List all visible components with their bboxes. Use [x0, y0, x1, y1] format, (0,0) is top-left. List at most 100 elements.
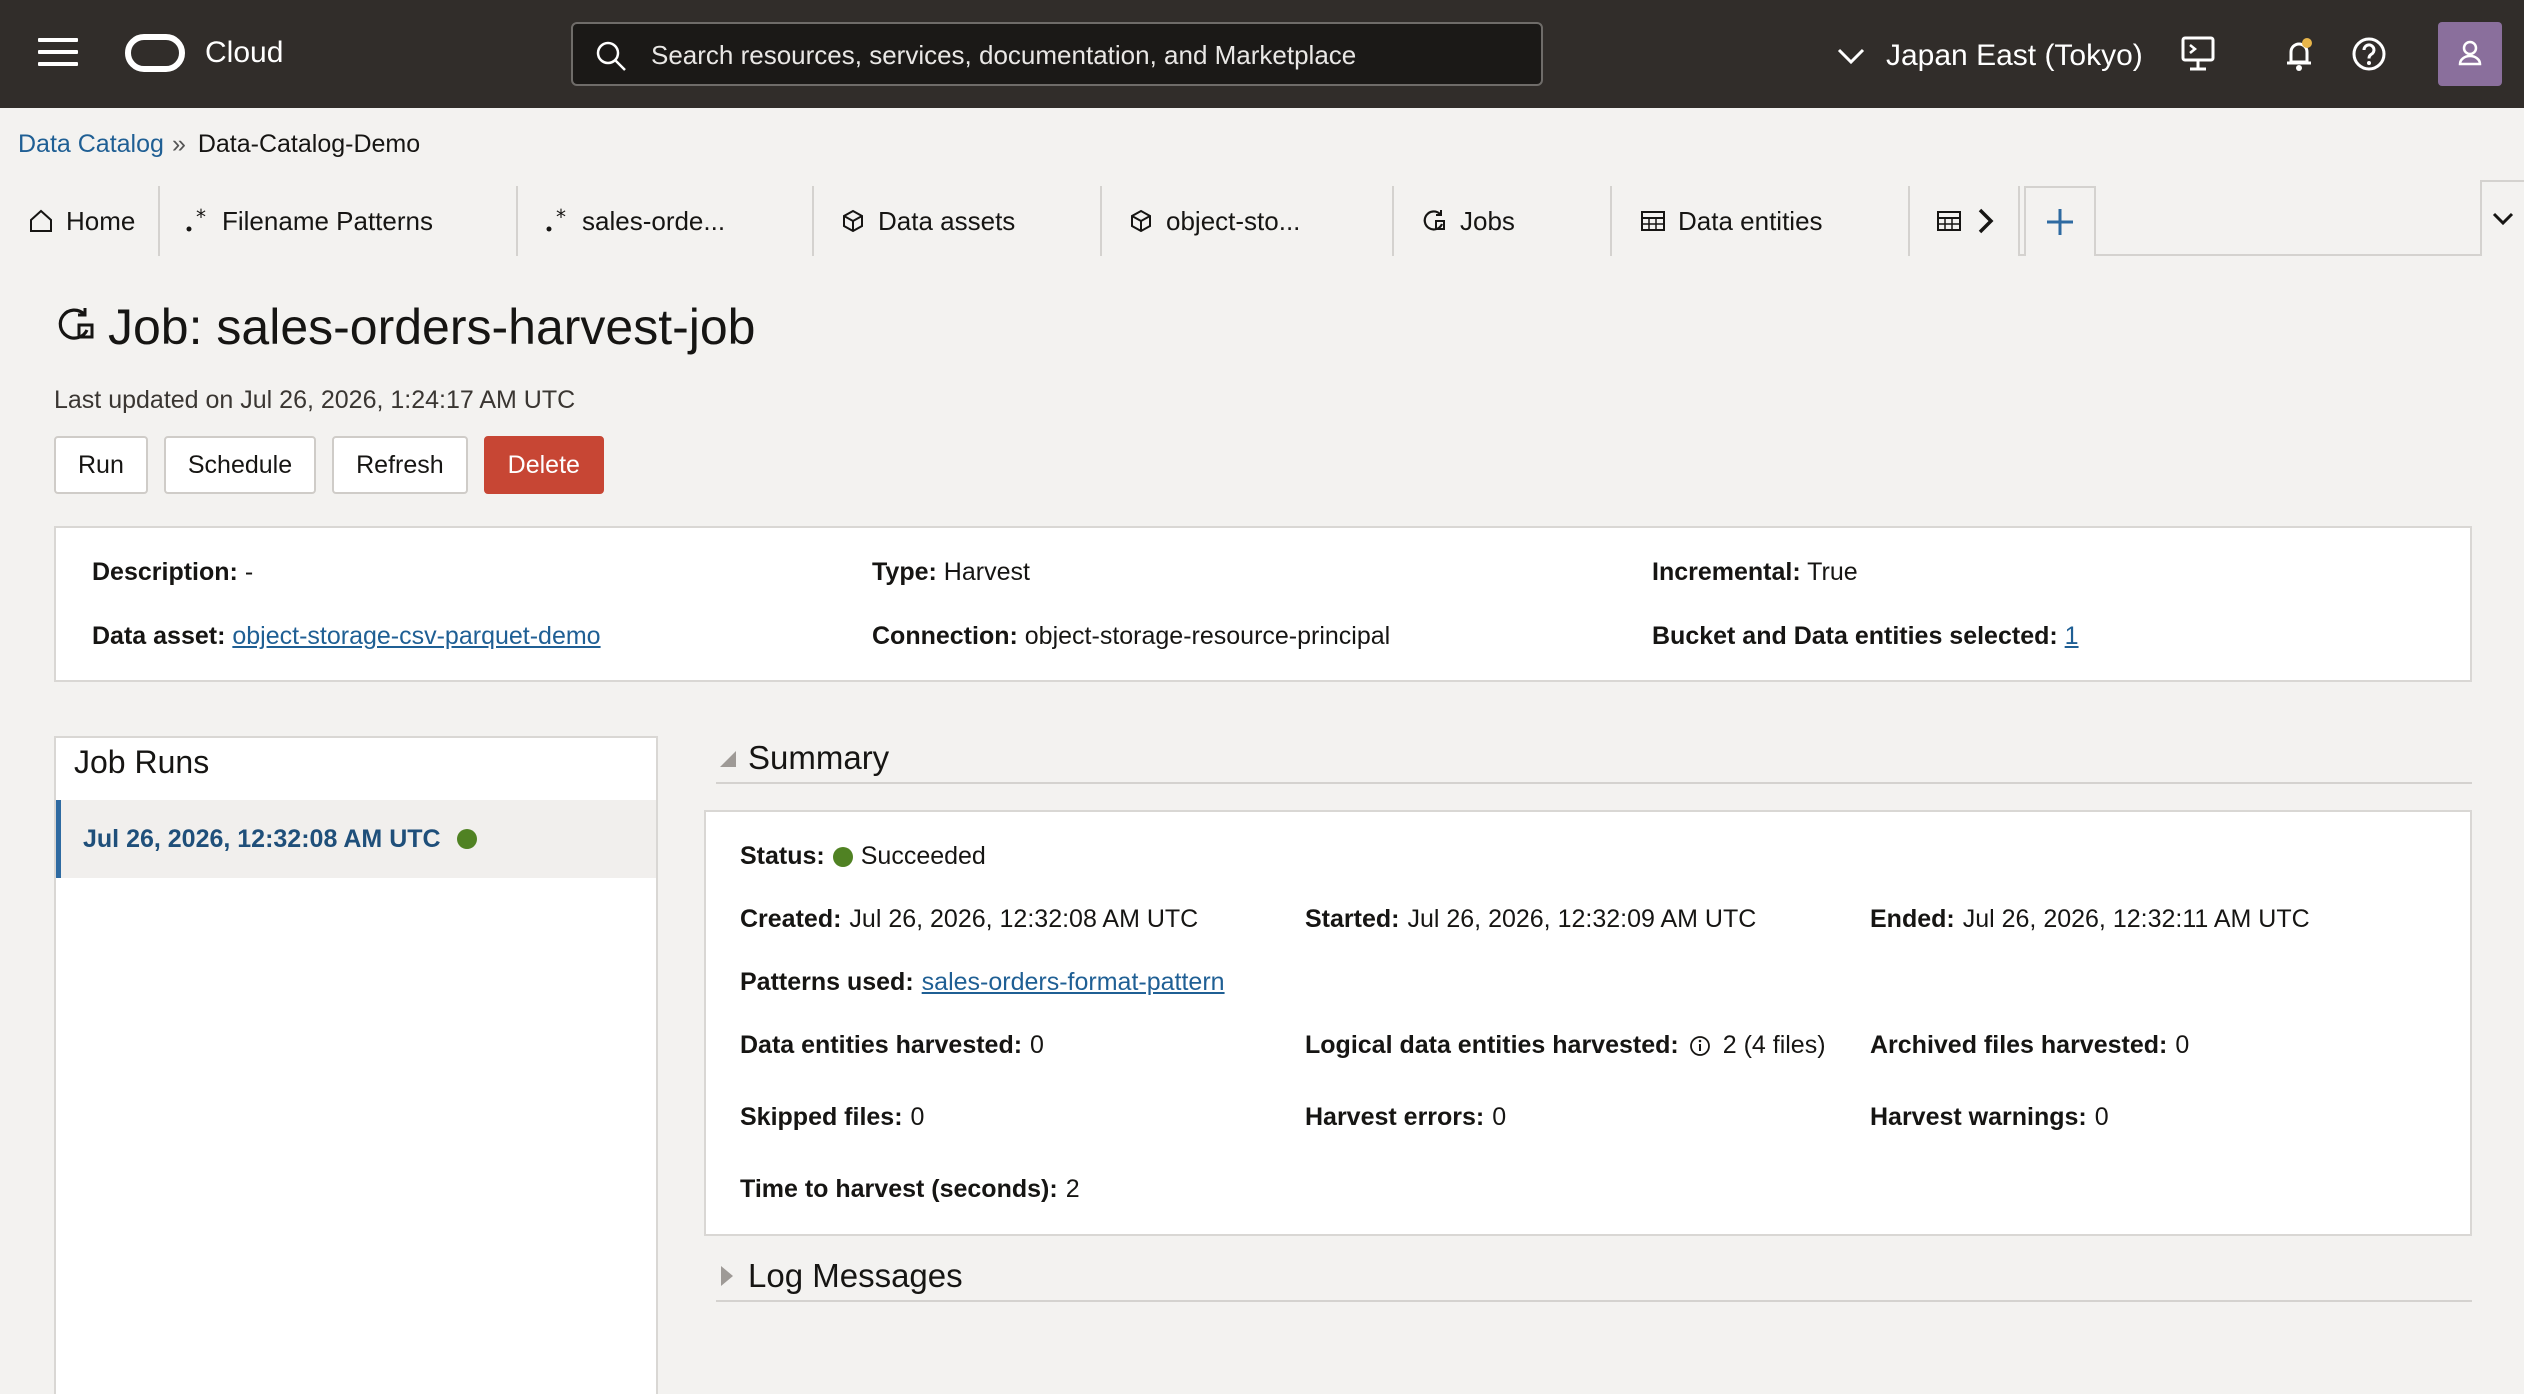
breadcrumb-data-catalog[interactable]: Data Catalog — [18, 130, 164, 159]
summary-section-header[interactable]: Summary — [716, 734, 2472, 784]
harvest-errors-value: 0 — [1492, 1103, 1507, 1131]
patterns-link[interactable]: sales-orders-format-pattern — [922, 968, 1225, 997]
type-label: Type: — [872, 558, 937, 586]
tab-sales-orders-pattern[interactable]: * sales-orde... — [518, 186, 814, 256]
search-box[interactable] — [571, 22, 1543, 86]
cloud-shell-icon[interactable] — [2178, 34, 2218, 74]
time-to-harvest-label: Time to harvest (seconds): — [740, 1175, 1058, 1203]
notification-bell-icon[interactable] — [2279, 34, 2319, 74]
chevron-down-icon — [2492, 212, 2514, 226]
patterns-label: Patterns used: — [740, 968, 914, 996]
user-avatar[interactable] — [2438, 22, 2502, 86]
oracle-logo-icon[interactable] — [125, 34, 185, 72]
job-runs-panel: Job Runs Jul 26, 2026, 12:32:08 AM UTC — [54, 736, 658, 1394]
incremental-value: True — [1807, 558, 1858, 586]
home-icon — [30, 209, 52, 232]
status-dot-icon — [456, 829, 477, 849]
harvest-warnings-label: Harvest warnings: — [1870, 1103, 2087, 1131]
connection-label: Connection: — [872, 622, 1018, 650]
ended-value: Jul 26, 2026, 12:32:11 AM UTC — [1962, 905, 2310, 933]
refresh-button[interactable]: Refresh — [332, 436, 468, 494]
skipped-files-label: Skipped files: — [740, 1103, 903, 1131]
harvest-errors-label: Harvest errors: — [1305, 1103, 1485, 1131]
table-icon — [1937, 211, 1961, 231]
data-entities-harvested-value: 0 — [1030, 1031, 1044, 1059]
expand-triangle-icon — [721, 1266, 733, 1286]
ended-field: Ended: Jul 26, 2026, 12:32:11 AM UTC — [1870, 905, 2310, 934]
tab-label: Filename Patterns — [222, 205, 433, 236]
incremental-field: Incremental: True — [1652, 558, 1858, 587]
breadcrumb-current: Data-Catalog-Demo — [197, 130, 421, 158]
tab-list-menu-button[interactable] — [2480, 180, 2524, 256]
data-asset-label: Data asset: — [92, 622, 226, 650]
tab-filename-patterns[interactable]: * Filename Patterns — [160, 186, 518, 256]
harvest-errors-field: Harvest errors: 0 — [1305, 1103, 1506, 1132]
patterns-field: Patterns used: sales-orders-format-patte… — [740, 968, 1225, 997]
log-messages-section-header[interactable]: Log Messages — [716, 1252, 2472, 1302]
job-run-item[interactable]: Jul 26, 2026, 12:32:08 AM UTC — [56, 800, 656, 878]
top-bar: Cloud Japan East (Tokyo) — [0, 0, 2524, 108]
bucket-entities-label: Bucket and Data entities selected: — [1652, 622, 2058, 650]
cube-icon — [843, 209, 863, 233]
description-value: - — [244, 558, 254, 586]
info-icon[interactable] — [1689, 1035, 1711, 1057]
data-entities-harvested-field: Data entities harvested: 0 — [740, 1031, 1044, 1060]
tab-data-entities[interactable]: Data entities — [1612, 186, 1910, 256]
incremental-label: Incremental: — [1652, 558, 1801, 586]
status-value: Succeeded — [860, 842, 986, 870]
success-status-icon — [832, 846, 853, 867]
schedule-button[interactable]: Schedule — [163, 436, 317, 494]
brand-name[interactable]: Cloud — [205, 36, 283, 70]
status-field: Status: Succeeded — [740, 842, 986, 871]
description-label: Description: — [92, 558, 238, 586]
harvest-warnings-field: Harvest warnings: 0 — [1870, 1103, 2109, 1132]
job-details-card: Description: - Type: Harvest Incremental… — [54, 526, 2472, 682]
skipped-files-value: 0 — [910, 1103, 925, 1131]
tab-home[interactable]: Home — [0, 186, 160, 256]
tab-data-assets[interactable]: Data assets — [814, 186, 1102, 256]
add-tab-button[interactable] — [2024, 186, 2096, 256]
chevron-down-icon — [1837, 48, 1865, 65]
svg-text:*: * — [196, 208, 206, 229]
regex-icon: * — [546, 208, 566, 232]
data-asset-link[interactable]: object-storage-csv-parquet-demo — [232, 622, 600, 650]
tab-jobs[interactable]: Jobs — [1394, 186, 1612, 256]
tab-overflow[interactable] — [1910, 186, 2020, 256]
created-label: Created: — [740, 905, 842, 933]
search-input[interactable] — [651, 34, 1511, 76]
logical-entities-harvested-label: Logical data entities harvested: — [1305, 1031, 1679, 1059]
logical-entities-harvested-value: 2 (4 files) — [1722, 1031, 1826, 1059]
tab-object-storage-asset[interactable]: object-sto... — [1102, 186, 1394, 256]
search-icon — [596, 41, 626, 71]
breadcrumb: Data Catalog » Data-Catalog-Demo — [18, 130, 420, 159]
skipped-files-field: Skipped files: 0 — [740, 1103, 924, 1132]
bucket-entities-link[interactable]: 1 — [2065, 622, 2079, 650]
chevron-right-icon[interactable] — [1976, 206, 1996, 236]
region-selector[interactable]: Japan East (Tokyo) — [1836, 36, 2143, 76]
last-updated-text: Last updated on Jul 26, 2026, 1:24:17 AM… — [54, 386, 576, 414]
delete-button[interactable]: Delete — [483, 436, 604, 494]
action-buttons: Run Schedule Refresh Delete — [54, 436, 620, 494]
started-label: Started: — [1305, 905, 1400, 933]
data-asset-field: Data asset: object-storage-csv-parquet-d… — [92, 622, 601, 651]
page-title-text: Job: sales-orders-harvest-job — [108, 299, 756, 355]
log-messages-title: Log Messages — [748, 1257, 963, 1294]
help-icon[interactable] — [2349, 34, 2389, 74]
run-button[interactable]: Run — [54, 436, 148, 494]
created-value: Jul 26, 2026, 12:32:08 AM UTC — [849, 905, 1199, 933]
data-entities-harvested-label: Data entities harvested: — [740, 1031, 1023, 1059]
description-field: Description: - — [92, 558, 253, 587]
user-icon — [2458, 40, 2482, 66]
harvest-warnings-value: 0 — [2094, 1103, 2109, 1131]
menu-icon[interactable] — [38, 38, 78, 70]
tab-label: sales-orde... — [582, 205, 726, 236]
connection-field: Connection: object-storage-resource-prin… — [872, 622, 1390, 651]
region-label: Japan East (Tokyo) — [1886, 39, 2143, 72]
job-icon — [1423, 210, 1445, 231]
regex-icon: * — [186, 208, 206, 232]
archived-files-label: Archived files harvested: — [1870, 1031, 2168, 1059]
started-value: Jul 26, 2026, 12:32:09 AM UTC — [1407, 905, 1757, 933]
archived-files-value: 0 — [2175, 1031, 2190, 1059]
tab-label: object-sto... — [1166, 205, 1301, 236]
connection-value: object-storage-resource-principal — [1024, 622, 1391, 650]
